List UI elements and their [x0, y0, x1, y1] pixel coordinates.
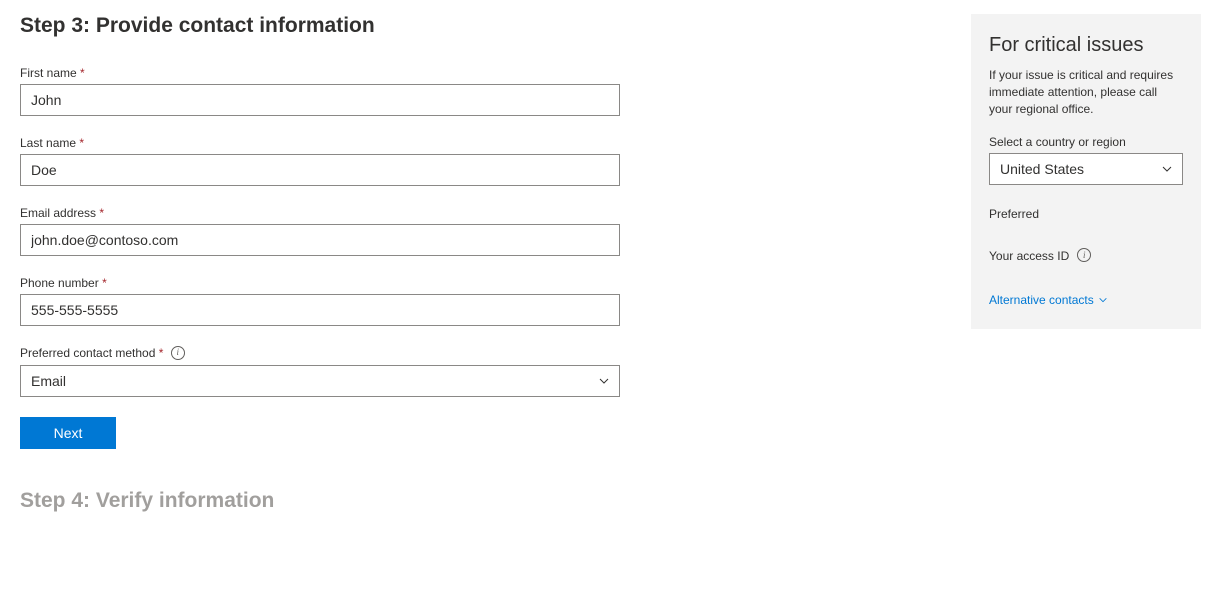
field-email: Email address * [20, 206, 620, 256]
last-name-label: Last name * [20, 136, 620, 150]
contact-method-label: Preferred contact method * i [20, 346, 620, 361]
preferred-label: Preferred [989, 207, 1183, 221]
field-first-name: First name * [20, 66, 620, 116]
contact-method-select[interactable] [20, 365, 620, 397]
country-select[interactable] [989, 153, 1183, 185]
sidebar-heading: For critical issues [989, 34, 1183, 57]
access-id-label: Your access ID [989, 249, 1069, 263]
field-last-name: Last name * [20, 136, 620, 186]
contact-method-value[interactable] [20, 365, 620, 397]
info-icon[interactable]: i [171, 346, 185, 360]
sidebar-description: If your issue is critical and requires i… [989, 67, 1183, 117]
first-name-input[interactable] [20, 84, 620, 116]
phone-label: Phone number * [20, 276, 620, 290]
next-button[interactable]: Next [20, 417, 116, 449]
email-input[interactable] [20, 224, 620, 256]
contact-form-main: Step 3: Provide contact information Firs… [20, 14, 620, 513]
access-id-row: Your access ID i [989, 249, 1183, 263]
phone-input[interactable] [20, 294, 620, 326]
last-name-input[interactable] [20, 154, 620, 186]
chevron-down-icon [1098, 295, 1108, 305]
first-name-label: First name * [20, 66, 620, 80]
country-value[interactable] [989, 153, 1183, 185]
country-label: Select a country or region [989, 135, 1183, 149]
step3-heading: Step 3: Provide contact information [20, 14, 620, 38]
field-contact-method: Preferred contact method * i [20, 346, 620, 397]
info-icon[interactable]: i [1077, 248, 1091, 262]
field-phone: Phone number * [20, 276, 620, 326]
email-label: Email address * [20, 206, 620, 220]
step4-heading: Step 4: Verify information [20, 489, 620, 513]
alternative-contacts-link[interactable]: Alternative contacts [989, 293, 1108, 307]
critical-issues-sidebar: For critical issues If your issue is cri… [971, 14, 1201, 329]
